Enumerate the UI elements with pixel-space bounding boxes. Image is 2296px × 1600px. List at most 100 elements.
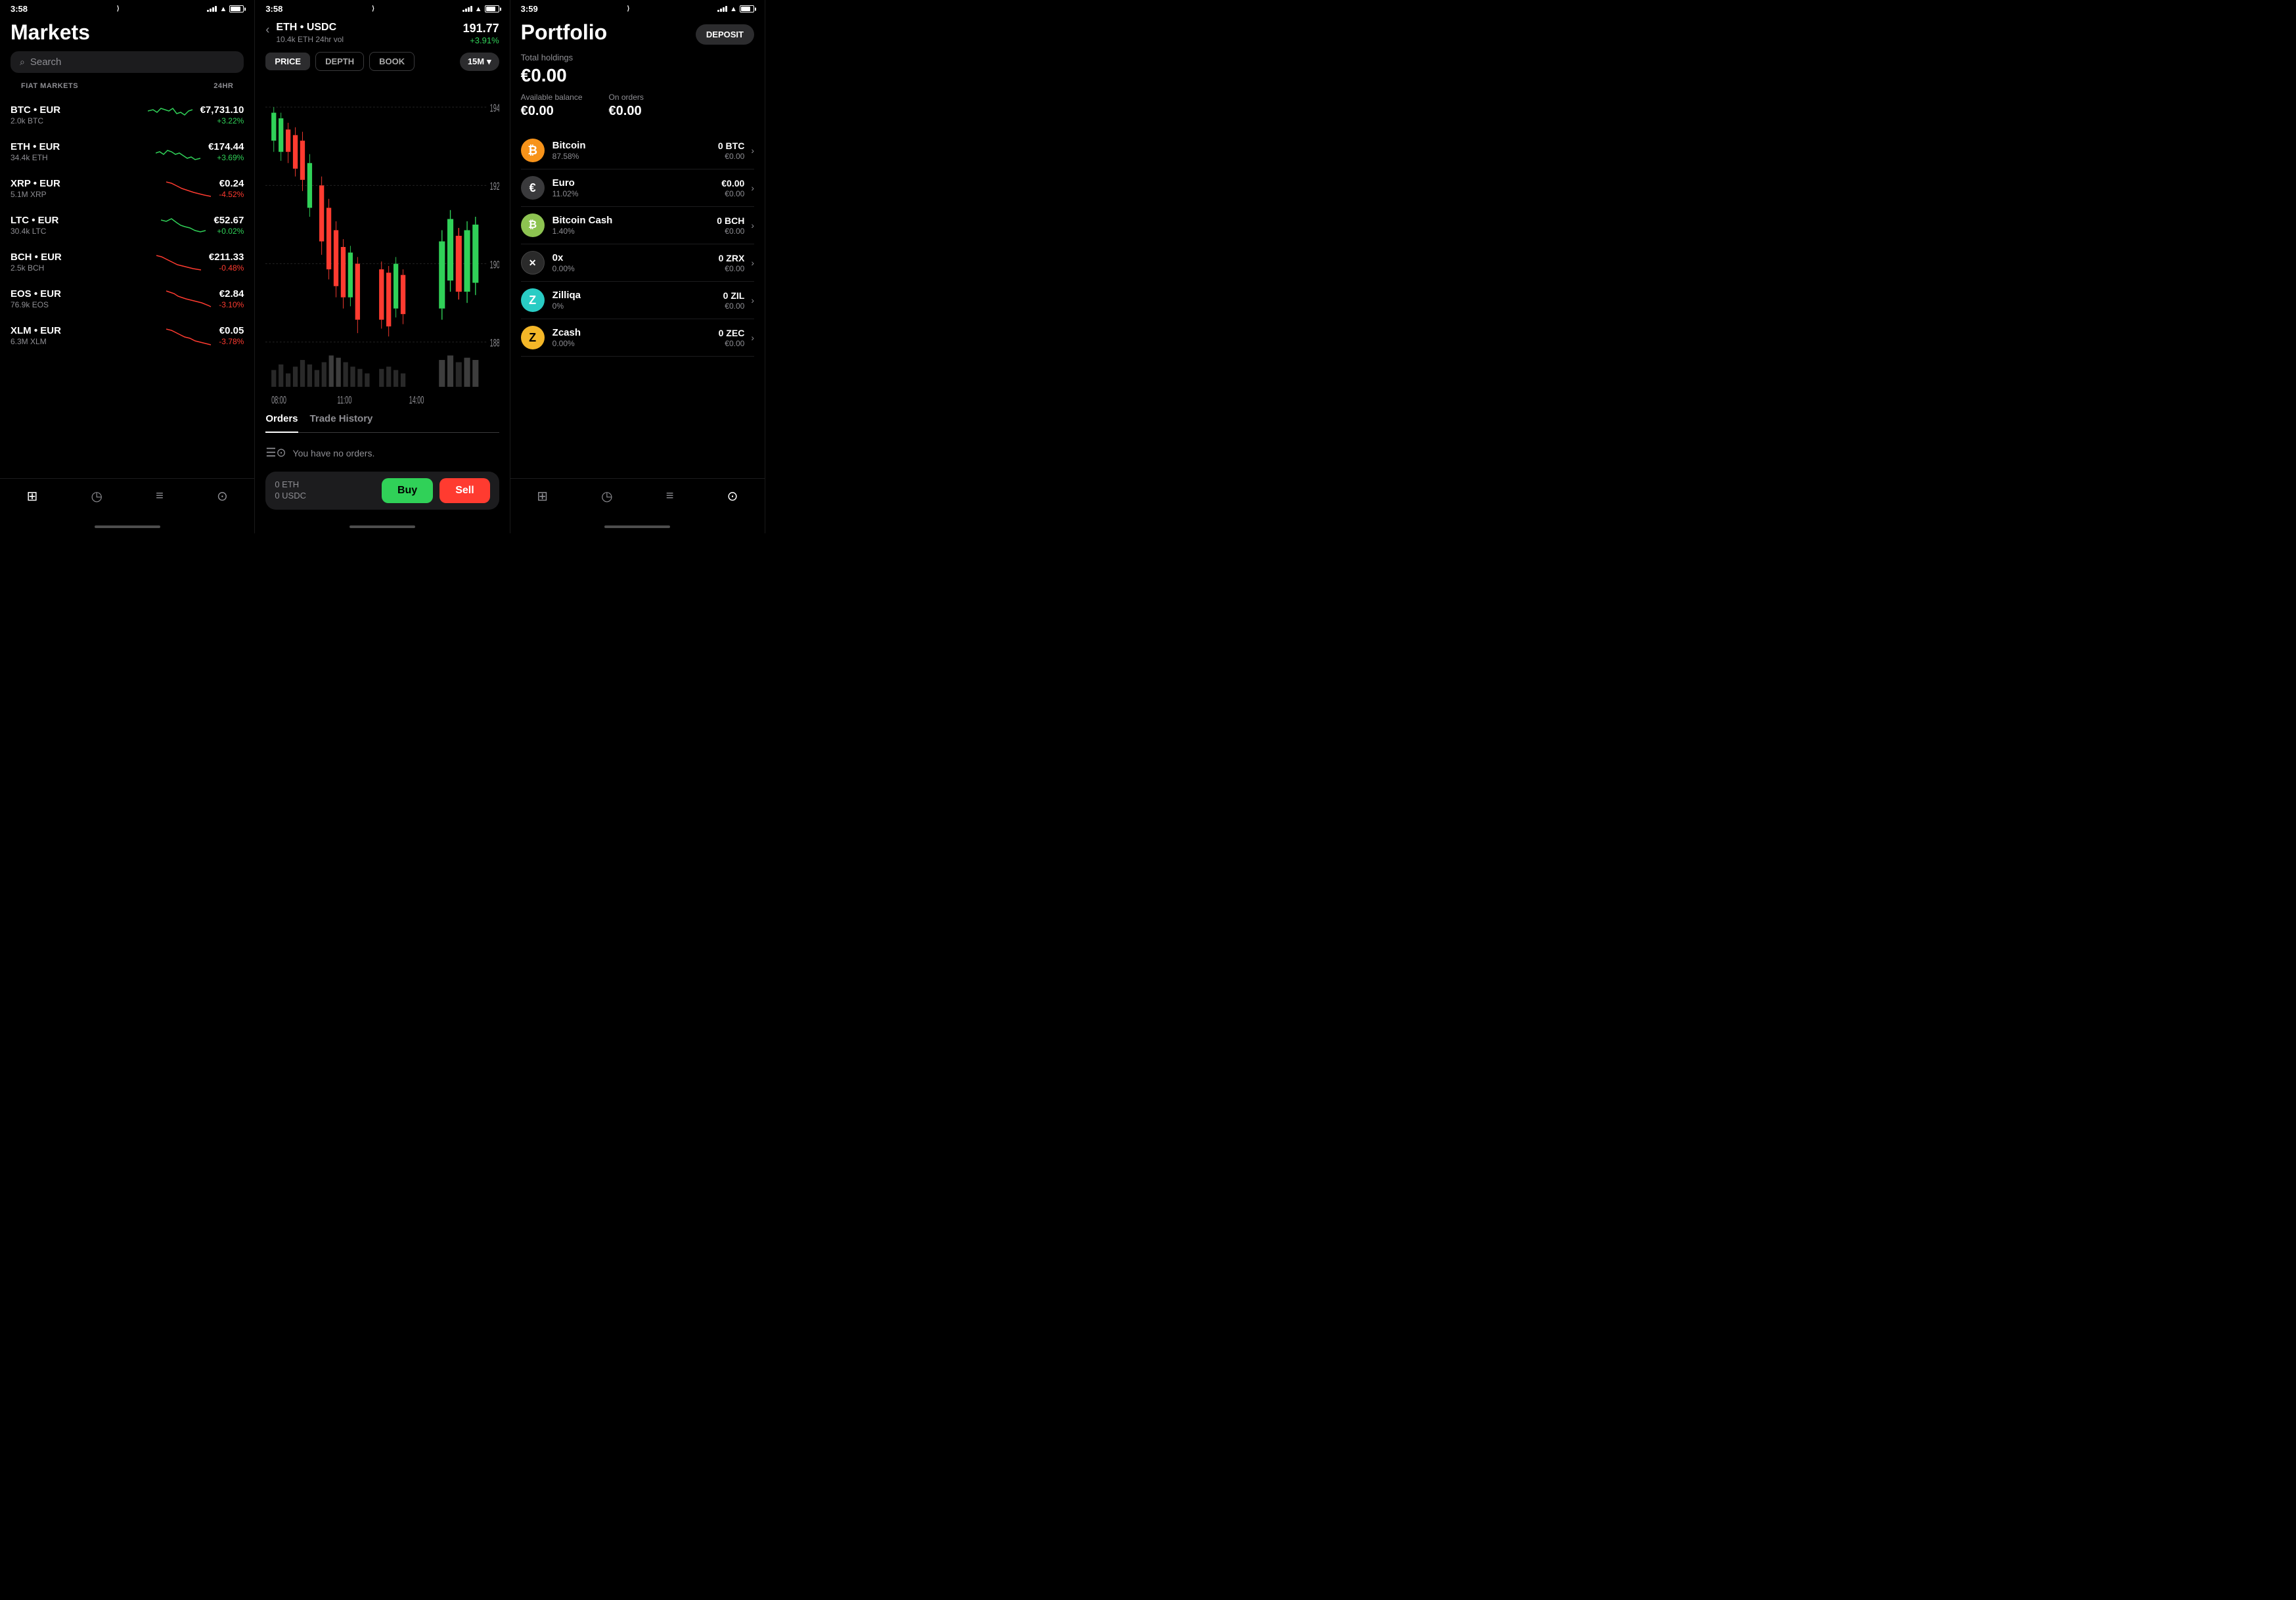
zec-pct: 0.00% bbox=[552, 339, 719, 348]
nav-portfolio-pie[interactable]: ◷ bbox=[81, 485, 113, 507]
pair-xlmeur: XLM • EUR bbox=[11, 325, 160, 336]
pair-bcheur: BCH • EUR bbox=[11, 252, 150, 263]
asset-item-zrx[interactable]: ✕ 0x 0.00% 0 ZRX €0.00 › bbox=[510, 244, 765, 281]
asset-item-bch[interactable]: ₿ Bitcoin Cash 1.40% 0 BCH €0.00 › bbox=[510, 207, 765, 244]
orders-tabs: Orders Trade History bbox=[265, 413, 499, 433]
tab-book[interactable]: BOOK bbox=[369, 52, 415, 71]
tab-depth[interactable]: DEPTH bbox=[315, 52, 364, 71]
search-bar[interactable]: ⌕ Search bbox=[11, 51, 244, 73]
no-orders-text: You have no orders. bbox=[293, 448, 375, 458]
total-holdings-label: Total holdings bbox=[521, 53, 754, 62]
nav-orders-portfolio[interactable]: ≡ bbox=[656, 486, 685, 506]
market-info-bcheur: BCH • EUR 2.5k BCH bbox=[11, 252, 150, 273]
status-bar-markets: 3:58 ⟩ ▲ bbox=[0, 0, 254, 15]
zrx-pct: 0.00% bbox=[552, 264, 719, 273]
status-bar-portfolio: 3:59 ⟩ ▲ bbox=[510, 0, 765, 15]
chart-pair-info: ETH • USDC 10.4k ETH 24hr vol bbox=[276, 22, 344, 44]
market-info-btceur: BTC • EUR 2.0k BTC bbox=[11, 104, 141, 125]
on-orders-value: €0.00 bbox=[609, 104, 644, 119]
time-chart: 3:58 bbox=[265, 4, 282, 14]
svg-text:188: 188 bbox=[490, 337, 499, 349]
nav-account-portfolio[interactable]: ⊙ bbox=[717, 485, 749, 507]
market-item-xlmeur[interactable]: XLM • EUR 6.3M XLM €0.05 -3.78% bbox=[0, 317, 254, 354]
zec-chevron-icon: › bbox=[751, 332, 754, 343]
nav-portfolio-pie2[interactable]: ◷ bbox=[591, 485, 623, 507]
chart-screen: 3:58 ⟩ ▲ ‹ ETH • USDC 10.4k ETH 24hr vol… bbox=[255, 0, 510, 533]
bitcoin-chevron-icon: › bbox=[751, 145, 754, 156]
on-orders-label: On orders bbox=[609, 93, 644, 102]
markets-nav-icon: ⊞ bbox=[27, 488, 38, 504]
price-btceur: €7,731.10 +3.22% bbox=[200, 104, 244, 125]
bitcoin-eur: €0.00 bbox=[718, 152, 744, 161]
zil-value: 0 ZIL €0.00 bbox=[723, 290, 745, 311]
location-icon-markets: ⟩ bbox=[117, 5, 120, 12]
market-item-ltceur[interactable]: LTC • EUR 30.4k LTC €52.67 +0.02% bbox=[0, 207, 254, 244]
zrx-info: 0x 0.00% bbox=[552, 252, 719, 273]
bch-chevron-icon: › bbox=[751, 220, 754, 231]
bitcoin-value: 0 BTC €0.00 bbox=[718, 141, 744, 161]
zrx-name: 0x bbox=[552, 252, 719, 263]
divider6 bbox=[521, 356, 754, 357]
wifi-icon-chart: ▲ bbox=[475, 5, 482, 13]
markets-title: Markets bbox=[11, 20, 244, 45]
zil-pct: 0% bbox=[552, 301, 723, 311]
svg-text:190: 190 bbox=[490, 258, 499, 271]
available-balance-label: Available balance bbox=[521, 93, 583, 102]
markets-screen: 3:58 ⟩ ▲ Markets ⌕ Search FIAT MARKETS 2… bbox=[0, 0, 255, 533]
zil-amount: 0 ZIL bbox=[723, 290, 745, 301]
nav-markets-portfolio[interactable]: ⊞ bbox=[526, 485, 558, 507]
sell-button[interactable]: Sell bbox=[439, 478, 489, 503]
market-info-eoseur: EOS • EUR 76.9k EOS bbox=[11, 288, 160, 309]
nav-account[interactable]: ⊙ bbox=[206, 485, 238, 507]
buy-button[interactable]: Buy bbox=[382, 478, 433, 503]
tab-orders[interactable]: Orders bbox=[265, 413, 298, 433]
market-item-etheur[interactable]: ETH • EUR 34.4k ETH €174.44 +3.69% bbox=[0, 133, 254, 170]
on-orders-col: On orders €0.00 bbox=[609, 93, 644, 119]
bitcoin-icon: ₿ bbox=[521, 139, 545, 162]
market-item-eoseur[interactable]: EOS • EUR 76.9k EOS €2.84 -3.10% bbox=[0, 280, 254, 317]
status-icons-chart: ▲ bbox=[462, 5, 499, 13]
market-info-xrpeur: XRP • EUR 5.1M XRP bbox=[11, 178, 160, 199]
market-item-btceur[interactable]: BTC • EUR 2.0k BTC €7,731.10 +3.22% bbox=[0, 97, 254, 133]
status-icons-portfolio: ▲ bbox=[717, 5, 754, 13]
trade-eth-balance: 0 ETH bbox=[275, 479, 306, 489]
asset-item-zil[interactable]: Z Zilliqa 0% 0 ZIL €0.00 › bbox=[510, 282, 765, 319]
battery-icon-portfolio bbox=[740, 5, 754, 12]
asset-item-bitcoin[interactable]: ₿ Bitcoin 87.58% 0 BTC €0.00 › bbox=[510, 132, 765, 169]
price-bcheur: €211.33 -0.48% bbox=[209, 252, 244, 273]
orders-nav-icon-p: ≡ bbox=[666, 489, 674, 504]
deposit-button[interactable]: DEPOSIT bbox=[696, 24, 754, 45]
nav-orders[interactable]: ≡ bbox=[145, 486, 174, 506]
back-button[interactable]: ‹ bbox=[265, 23, 269, 37]
zrx-chevron-icon: › bbox=[751, 257, 754, 268]
tab-trade-history[interactable]: Trade History bbox=[310, 413, 373, 428]
account-nav-icon-p: ⊙ bbox=[727, 488, 738, 504]
chart-volume: 10.4k ETH 24hr vol bbox=[276, 35, 344, 44]
holdings-section: Total holdings €0.00 Available balance €… bbox=[510, 49, 765, 132]
price-eoseur: €2.84 -3.10% bbox=[219, 288, 244, 309]
trade-actions: Buy Sell bbox=[382, 478, 490, 503]
asset-item-zec[interactable]: Z Zcash 0.00% 0 ZEC €0.00 › bbox=[510, 319, 765, 356]
timeframe-button[interactable]: 15M ▾ bbox=[460, 53, 499, 71]
signal-icon-portfolio bbox=[717, 6, 727, 12]
nav-markets[interactable]: ⊞ bbox=[16, 485, 49, 507]
tab-price[interactable]: PRICE bbox=[265, 53, 310, 70]
volume-btceur: 2.0k BTC bbox=[11, 116, 141, 125]
chart-price-change: +3.91% bbox=[463, 35, 499, 45]
account-nav-icon: ⊙ bbox=[217, 488, 228, 504]
bch-name: Bitcoin Cash bbox=[552, 215, 717, 226]
zec-icon: Z bbox=[521, 326, 545, 349]
sparkline-bcheur bbox=[156, 250, 202, 274]
volume-xlmeur: 6.3M XLM bbox=[11, 337, 160, 346]
market-item-xrpeur[interactable]: XRP • EUR 5.1M XRP €0.24 -4.52% bbox=[0, 170, 254, 207]
bitcoin-info: Bitcoin 87.58% bbox=[552, 140, 718, 161]
asset-item-euro[interactable]: € Euro 11.02% €0.00 €0.00 › bbox=[510, 169, 765, 206]
sparkline-etheur bbox=[156, 140, 202, 164]
pair-eoseur: EOS • EUR bbox=[11, 288, 160, 300]
volume-xrpeur: 5.1M XRP bbox=[11, 190, 160, 199]
market-item-bcheur[interactable]: BCH • EUR 2.5k BCH €211.33 -0.48% bbox=[0, 244, 254, 280]
chart-header-left: ‹ ETH • USDC 10.4k ETH 24hr vol bbox=[265, 22, 344, 44]
location-icon-chart: ⟩ bbox=[372, 5, 374, 12]
available-balance-value: €0.00 bbox=[521, 104, 583, 119]
bch-amount: 0 BCH bbox=[717, 215, 744, 226]
